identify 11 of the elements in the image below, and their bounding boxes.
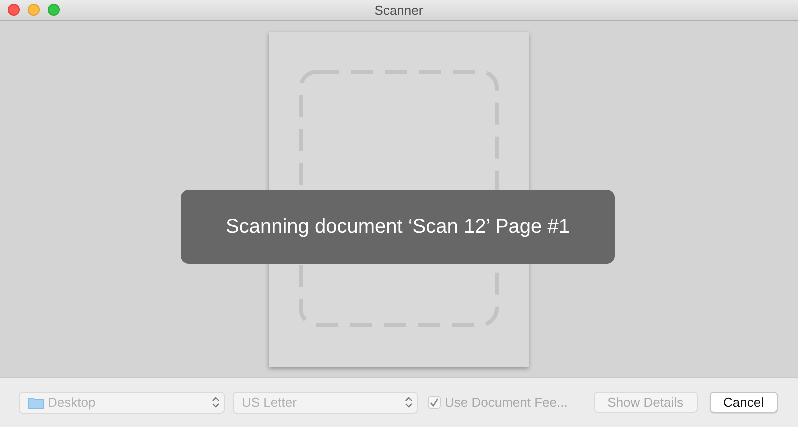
- checkmark-icon: [430, 398, 439, 407]
- close-button[interactable]: [8, 4, 20, 16]
- stepper-icon: [405, 396, 413, 409]
- minimize-button[interactable]: [28, 4, 40, 16]
- stepper-icon: [212, 396, 220, 409]
- zoom-button[interactable]: [48, 4, 60, 16]
- folder-icon: [28, 396, 44, 409]
- window-title: Scanner: [374, 2, 424, 18]
- cancel-button[interactable]: Cancel: [710, 392, 778, 413]
- scan-status-message: Scanning document ‘Scan 12’ Page #1: [226, 216, 570, 238]
- document-feeder-label: Use Document Fee...: [445, 395, 568, 410]
